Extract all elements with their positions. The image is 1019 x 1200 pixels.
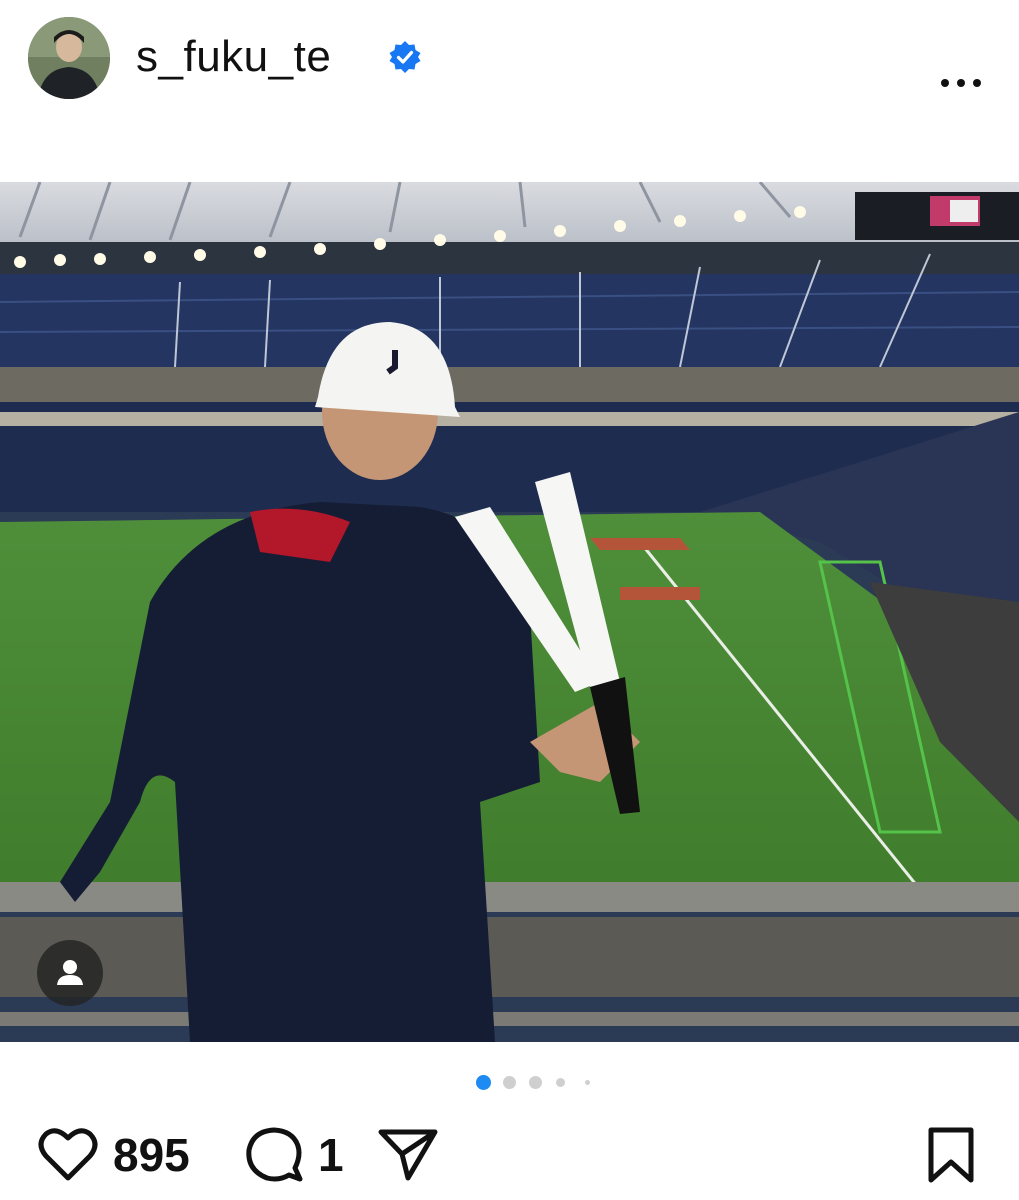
heart-icon[interactable] [38,1128,98,1182]
username[interactable]: s_fuku_te [136,32,331,82]
verified-badge-icon [389,41,421,73]
user-tag-icon [57,960,83,985]
carousel-dot[interactable] [585,1080,590,1085]
stadium-photo-image [0,182,1019,1042]
carousel-dot[interactable] [503,1076,516,1089]
bookmark-icon[interactable] [926,1126,976,1184]
carousel-dot[interactable] [556,1078,565,1087]
comment-count[interactable]: 1 [318,1128,344,1182]
post-header: s_fuku_te [0,0,1019,120]
paper-plane-icon[interactable] [378,1128,438,1182]
carousel-indicator [0,1073,1019,1093]
profile-avatar[interactable] [28,17,110,99]
post-actions: 895 1 [0,1120,1019,1190]
carousel-dot-active[interactable] [476,1075,491,1090]
user-tag-button[interactable] [37,940,103,1006]
comment-bubble-icon[interactable] [245,1126,303,1184]
post-photo[interactable] [0,182,1019,1042]
like-count[interactable]: 895 [113,1128,190,1182]
carousel-dot[interactable] [529,1076,542,1089]
more-options-icon[interactable] [938,70,984,96]
